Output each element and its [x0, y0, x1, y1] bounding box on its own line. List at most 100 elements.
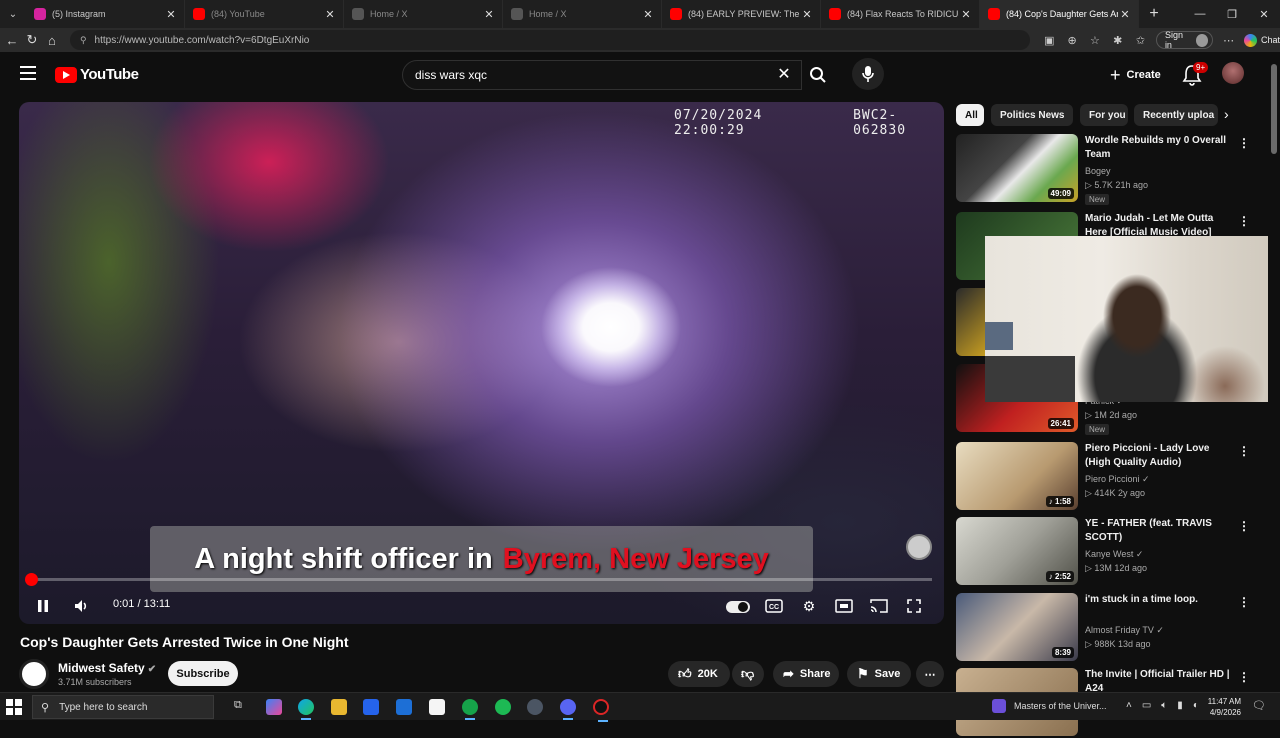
- xbox-icon[interactable]: [462, 699, 478, 720]
- more-options-icon[interactable]: ⋮: [1238, 595, 1250, 609]
- create-button[interactable]: + Create: [1100, 62, 1171, 88]
- recommended-video[interactable]: 8:39 i'm stuck in a time loop. Almost Frid…: [956, 593, 1256, 663]
- taskbar-clock[interactable]: 11:47 AM 4/9/2026: [1203, 696, 1241, 718]
- dislike-button[interactable]: 👎︎: [732, 661, 764, 687]
- zoom-icon[interactable]: ⊕: [1061, 34, 1084, 47]
- channel-avatar[interactable]: [19, 659, 49, 689]
- close-tab-icon[interactable]: ✕: [164, 8, 178, 21]
- favorite-star-icon[interactable]: ☆: [1084, 34, 1107, 47]
- more-options-icon[interactable]: ⋮: [1238, 519, 1250, 533]
- copilot-chat-button[interactable]: Chat: [1243, 33, 1280, 47]
- media-widget[interactable]: Masters of the Univer...: [992, 699, 1107, 713]
- filter-chip[interactable]: Recently uploa: [1134, 104, 1218, 126]
- voice-search-button[interactable]: [852, 58, 884, 90]
- search-button[interactable]: [802, 60, 834, 90]
- video-thumbnail[interactable]: 8:39: [956, 593, 1078, 661]
- menu-hamburger-icon[interactable]: [20, 66, 36, 80]
- new-tab-button[interactable]: +: [1139, 5, 1169, 23]
- copilot-taskbar-icon[interactable]: [266, 699, 282, 715]
- minimize-icon[interactable]: —: [1184, 0, 1216, 28]
- more-options-icon[interactable]: ⋮: [1238, 214, 1250, 228]
- notification-center-icon[interactable]: 🗨︎: [1252, 699, 1266, 712]
- clear-search-icon[interactable]: ✕: [774, 64, 794, 84]
- channel-name[interactable]: Midwest Safety ✔: [58, 661, 156, 675]
- site-info-icon[interactable]: ⚲: [80, 35, 87, 46]
- close-window-icon[interactable]: ✕: [1248, 0, 1280, 28]
- youtube-logo[interactable]: YouTube: [55, 66, 139, 83]
- more-actions-button[interactable]: ⋯: [916, 661, 944, 687]
- more-options-icon[interactable]: ⋮: [1238, 670, 1250, 684]
- browser-tab[interactable]: (5) Instagram ✕: [26, 0, 185, 28]
- obs-icon[interactable]: [593, 699, 609, 722]
- video-thumbnail[interactable]: ♪ 2:52: [956, 517, 1078, 585]
- browser-tab[interactable]: (84) EARLY PREVIEW: The Motley✕: [662, 0, 821, 28]
- close-tab-icon[interactable]: ✕: [959, 8, 973, 21]
- discord-icon[interactable]: [560, 699, 576, 720]
- taskbar-search-field[interactable]: ⚲ Type here to search: [32, 695, 214, 719]
- video-thumbnail[interactable]: 49:09: [956, 134, 1078, 202]
- miniplayer-icon[interactable]: [832, 594, 856, 618]
- close-tab-icon[interactable]: ✕: [800, 8, 814, 21]
- captions-icon[interactable]: CC: [762, 594, 786, 618]
- language-icon[interactable]: ◐: [1193, 700, 1199, 711]
- close-tab-icon[interactable]: ✕: [323, 8, 337, 21]
- close-tab-icon[interactable]: ✕: [482, 8, 496, 21]
- browser-tab[interactable]: (84) YouTube ✕: [185, 0, 344, 28]
- edge-browser-icon[interactable]: [298, 699, 314, 720]
- close-tab-icon[interactable]: ✕: [1118, 8, 1132, 21]
- fullscreen-icon[interactable]: [902, 594, 926, 618]
- browser-tab[interactable]: Home / X ✕: [503, 0, 662, 28]
- spotify-icon[interactable]: [495, 699, 511, 715]
- like-button[interactable]: 👍︎ 20K: [668, 661, 730, 687]
- close-tab-icon[interactable]: ✕: [641, 8, 655, 21]
- browser-tab[interactable]: (84) Cop's Daughter Gets Arr ✕: [980, 0, 1139, 28]
- more-options-icon[interactable]: ⋮: [1238, 136, 1250, 150]
- filter-chip[interactable]: All: [956, 104, 984, 126]
- scrollbar-thumb[interactable]: [1271, 64, 1277, 154]
- search-input[interactable]: diss wars xqc: [402, 60, 802, 90]
- tab-list-menu-icon[interactable]: ⌄: [0, 0, 26, 28]
- volume-icon[interactable]: [69, 594, 93, 618]
- sign-in-button[interactable]: Sign in: [1155, 30, 1214, 50]
- network-icon[interactable]: ▭: [1142, 700, 1151, 711]
- outlook-icon[interactable]: [396, 699, 412, 715]
- recommended-video[interactable]: ♪ 2:52 YE - FATHER (feat. TRAVIS SCOTT) Ka…: [956, 517, 1256, 587]
- autoplay-toggle[interactable]: [726, 601, 750, 613]
- browser-tab[interactable]: Home / X ✕: [344, 0, 503, 28]
- more-options-icon[interactable]: ⋮: [1238, 444, 1250, 458]
- account-avatar[interactable]: [1222, 62, 1244, 84]
- filter-chip[interactable]: For you: [1080, 104, 1128, 126]
- pause-icon[interactable]: [31, 594, 55, 618]
- battery-icon[interactable]: ▮: [1177, 700, 1183, 711]
- notepad-icon[interactable]: [429, 699, 445, 715]
- back-icon[interactable]: ←: [2, 28, 22, 52]
- subscribe-button[interactable]: Subscribe: [168, 661, 238, 686]
- settings-gear-icon[interactable]: ⚙: [797, 594, 821, 618]
- filter-chip[interactable]: Politics News: [991, 104, 1073, 126]
- reload-icon[interactable]: ↻: [22, 28, 42, 52]
- favorites-icon[interactable]: ✩: [1129, 34, 1152, 47]
- cast-icon[interactable]: [867, 594, 891, 618]
- windows-start-icon[interactable]: [6, 699, 22, 715]
- recommended-video[interactable]: ♪ 1:58 Piero Piccioni - Lady Love (High Q…: [956, 442, 1256, 512]
- more-menu-icon[interactable]: ⋯: [1217, 34, 1240, 47]
- browser-tab[interactable]: (84) Flax Reacts To RIDICULOUS K✕: [821, 0, 980, 28]
- progress-bar[interactable]: [31, 578, 932, 581]
- app-available-icon[interactable]: ▣: [1038, 34, 1061, 47]
- channel-watermark-icon[interactable]: [906, 534, 932, 560]
- share-button[interactable]: ➦ Share: [773, 661, 839, 687]
- page-scrollbar[interactable]: [1268, 52, 1280, 692]
- file-explorer-icon[interactable]: [331, 699, 347, 715]
- home-icon[interactable]: ⌂: [42, 28, 62, 52]
- video-thumbnail[interactable]: ♪ 1:58: [956, 442, 1078, 510]
- tray-chevron-icon[interactable]: ˄: [1126, 700, 1132, 711]
- app-icon[interactable]: [527, 699, 543, 715]
- restore-icon[interactable]: ❐: [1216, 0, 1248, 28]
- scrubber-handle[interactable]: [25, 573, 38, 586]
- microsoft-store-icon[interactable]: [363, 699, 379, 715]
- save-button[interactable]: ⚑ Save: [847, 661, 911, 687]
- task-view-icon[interactable]: ⧉: [234, 699, 250, 715]
- extensions-icon[interactable]: ✱: [1106, 34, 1129, 47]
- url-field[interactable]: ⚲ https://www.youtube.com/watch?v=6DtgEu…: [69, 30, 1030, 50]
- video-player[interactable]: 07/20/2024 22:00:29 BWC2-062830 A night …: [19, 102, 944, 624]
